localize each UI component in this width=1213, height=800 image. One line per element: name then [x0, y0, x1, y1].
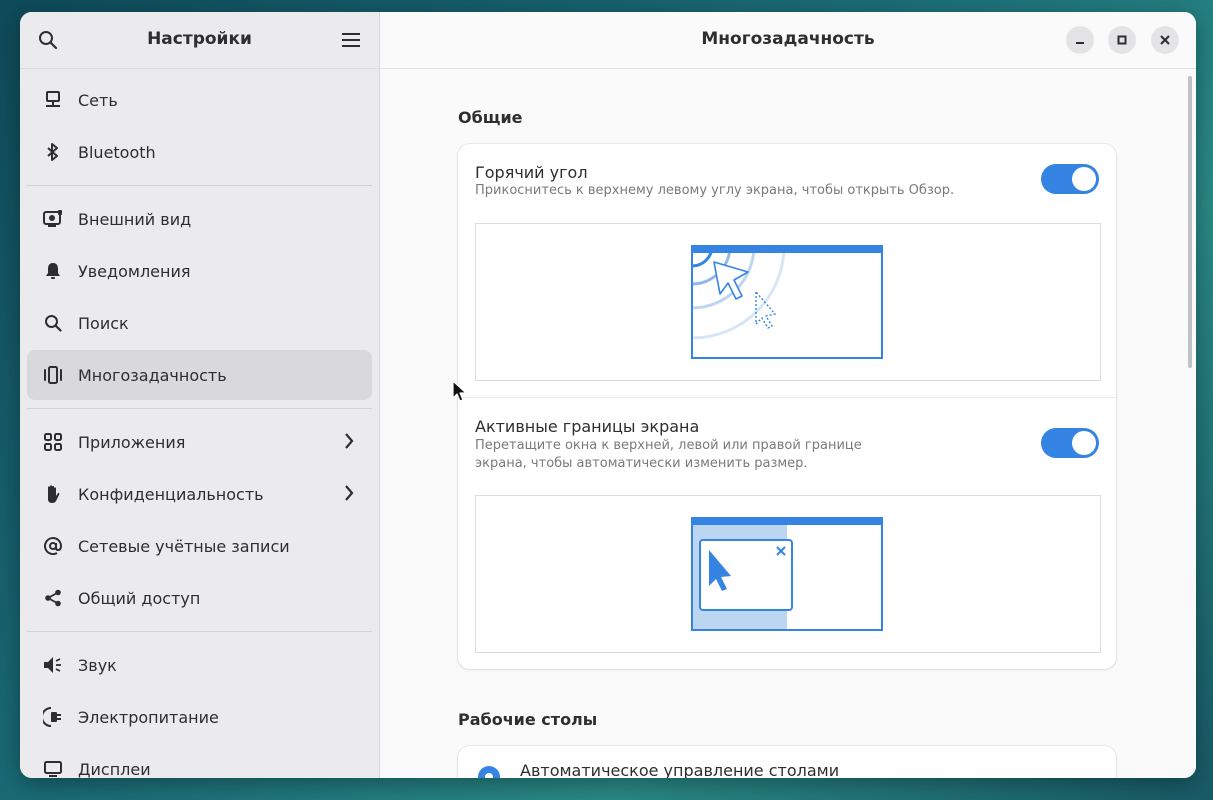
sidebar-item-label: Сетевые учётные записи	[78, 536, 290, 556]
sidebar-item-privacy[interactable]: Конфиденциальность	[27, 469, 372, 519]
hot-corner-title: Горячий угол	[475, 163, 588, 182]
sidebar-item-label: Поиск	[78, 313, 129, 333]
sidebar-list: Сеть Bluetooth Внешний вид Уведомления П…	[27, 73, 372, 778]
sidebar-item-appearance[interactable]: Внешний вид	[27, 194, 372, 244]
hot-corner-subtitle: Прикоснитесь к верхнему левому углу экра…	[475, 183, 955, 198]
multitasking-icon	[44, 366, 62, 384]
minimize-icon	[1076, 42, 1084, 44]
sidebar-separator	[27, 631, 372, 632]
section-general-title: Общие	[458, 108, 523, 127]
sidebar-item-label: Общий доступ	[78, 588, 201, 608]
sidebar-item-search[interactable]: Поиск	[27, 298, 372, 348]
sidebar-item-label: Конфиденциальность	[78, 484, 264, 504]
close-button[interactable]	[1151, 26, 1179, 54]
sidebar-separator	[27, 185, 372, 186]
sidebar-item-network[interactable]: Сеть	[27, 75, 372, 125]
sidebar-item-multitasking[interactable]: Многозадачность	[27, 350, 372, 400]
sidebar-title: Настройки	[147, 29, 252, 49]
speaker-icon	[44, 657, 61, 673]
bluetooth-icon	[47, 143, 58, 161]
sidebar-item-label: Bluetooth	[78, 142, 156, 162]
display-icon	[44, 761, 62, 777]
hamburger-icon	[342, 33, 360, 47]
dynamic-workspaces-radio[interactable]	[478, 766, 500, 778]
main-content: Многозадачность Общие Горячий угол Прико…	[380, 12, 1196, 778]
settings-window: Настройки Сеть Bluetooth Внешний вид Уве…	[20, 12, 1196, 778]
hot-corner-illustration	[691, 245, 883, 359]
active-edges-illustration	[691, 517, 883, 631]
sidebar: Настройки Сеть Bluetooth Внешний вид Уве…	[20, 12, 380, 778]
search-icon	[45, 315, 62, 332]
scrollbar[interactable]	[1188, 76, 1192, 368]
sidebar-item-apps[interactable]: Приложения	[27, 417, 372, 467]
main-menu-button[interactable]	[335, 24, 367, 56]
chevron-right-icon	[345, 485, 354, 501]
active-edges-title: Активные границы экрана	[475, 417, 700, 436]
switch-knob	[1072, 431, 1096, 455]
maximize-button[interactable]	[1108, 26, 1136, 54]
active-edges-subtitle-line2: экрана, чтобы автоматически изменить раз…	[475, 456, 808, 471]
sidebar-item-label: Приложения	[78, 432, 186, 452]
apps-grid-icon	[44, 433, 62, 451]
bell-icon	[46, 263, 60, 279]
section-workspaces-title: Рабочие столы	[458, 710, 598, 729]
maximize-icon	[1117, 35, 1127, 45]
sidebar-item-sound[interactable]: Звук	[27, 640, 372, 690]
hand-icon	[48, 485, 60, 503]
radio-dot	[485, 773, 493, 778]
share-icon	[45, 589, 61, 607]
general-card: Горячий угол Прикоснитесь к верхнему лев…	[458, 144, 1116, 669]
active-edges-subtitle-line1: Перетащите окна к верхней, левой или пра…	[475, 438, 862, 453]
switch-knob	[1072, 167, 1096, 191]
at-icon	[44, 537, 62, 555]
sidebar-item-notifications[interactable]: Уведомления	[27, 246, 372, 296]
card-divider	[458, 397, 1116, 398]
sidebar-separator	[27, 408, 372, 409]
mouse-cursor-icon	[452, 380, 467, 402]
sidebar-header: Настройки	[20, 12, 379, 69]
sidebar-item-sharing[interactable]: Общий доступ	[27, 573, 372, 623]
active-edges-preview	[475, 495, 1101, 653]
dynamic-workspaces-label: Автоматическое управление столами	[520, 761, 840, 778]
sidebar-item-bluetooth[interactable]: Bluetooth	[27, 127, 372, 177]
sidebar-item-power[interactable]: Электропитание	[27, 692, 372, 742]
appearance-icon	[43, 210, 62, 227]
network-icon	[46, 91, 60, 107]
sidebar-item-label: Звук	[78, 655, 117, 675]
hot-corner-switch[interactable]	[1041, 164, 1099, 194]
sidebar-item-label: Дисплеи	[78, 759, 151, 779]
sidebar-item-label: Уведомления	[78, 261, 191, 281]
workspaces-card: Автоматическое управление столами	[458, 746, 1116, 778]
sidebar-item-label: Сеть	[78, 90, 118, 110]
sidebar-item-label: Электропитание	[78, 707, 219, 727]
active-edges-switch[interactable]	[1041, 428, 1099, 458]
sidebar-item-online-accounts[interactable]: Сетевые учётные записи	[27, 521, 372, 571]
sidebar-item-displays[interactable]: Дисплеи	[27, 744, 372, 778]
sidebar-item-label: Внешний вид	[78, 209, 192, 229]
chevron-right-icon	[345, 433, 354, 449]
sidebar-item-label: Многозадачность	[78, 365, 227, 385]
hot-corner-preview	[475, 223, 1101, 381]
minimize-button[interactable]	[1066, 26, 1094, 54]
close-icon	[1160, 35, 1170, 45]
main-header: Многозадачность	[380, 12, 1196, 69]
power-icon	[43, 707, 61, 727]
